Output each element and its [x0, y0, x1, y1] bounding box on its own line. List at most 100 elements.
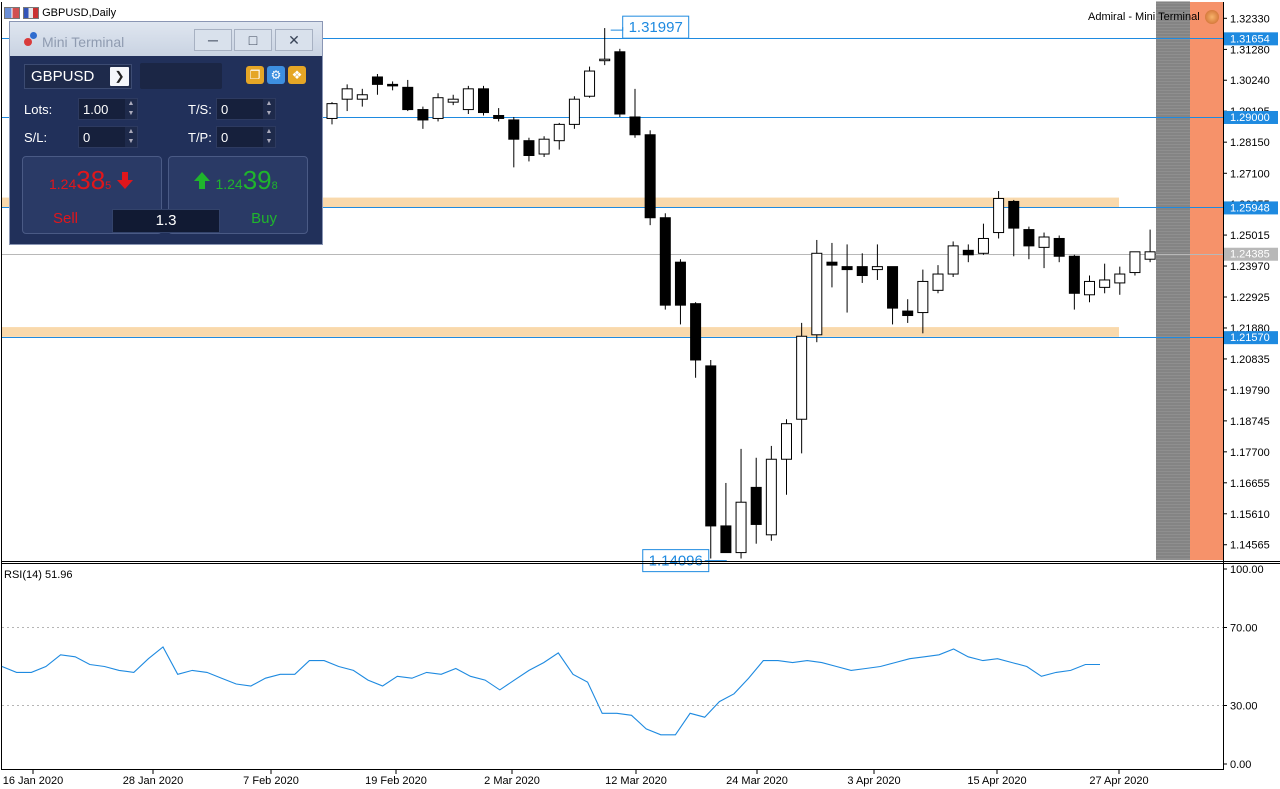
candle — [462, 85, 474, 115]
broker-label-text: Admiral - Mini Terminal — [1088, 10, 1200, 23]
candle-body — [584, 70, 596, 97]
candle-body — [932, 273, 944, 291]
chart-title: GBPUSD,Daily — [42, 7, 117, 20]
candle — [614, 48, 626, 117]
price-tick-label: 1.14565 — [1230, 540, 1270, 552]
candle — [538, 136, 550, 157]
sl-label: S/L: — [24, 130, 48, 145]
price-tick-label: 1.16655 — [1230, 478, 1270, 490]
candle-body — [1023, 229, 1035, 247]
mini-terminal-panel[interactable]: Mini Terminal ─ □ ✕ GBPUSD ❯ ❐ ⚙ ❖ Lots:… — [9, 21, 323, 245]
candle-body — [1084, 280, 1095, 296]
price-tick-label: 1.32330 — [1230, 13, 1270, 25]
price-tick-label: 1.23970 — [1230, 261, 1270, 273]
candle — [947, 241, 959, 277]
candle — [993, 191, 1005, 239]
sell-price-fraction: 5 — [105, 180, 112, 192]
candle-body — [553, 123, 565, 142]
candle-body — [765, 458, 777, 536]
candle-body — [811, 252, 823, 336]
candle-body — [629, 116, 641, 136]
gear-icon[interactable]: ⚙ — [267, 66, 285, 84]
price-tick-label: 1.20835 — [1230, 354, 1270, 366]
minimize-button[interactable]: ─ — [194, 29, 232, 51]
candle-body — [599, 58, 611, 62]
volume-input[interactable]: 1.3 — [112, 209, 220, 233]
rsi-label: RSI(14) 51.96 — [4, 569, 72, 581]
candle-body — [387, 83, 399, 87]
candle-body — [447, 98, 459, 103]
close-button[interactable]: ✕ — [275, 29, 313, 51]
candle-body — [781, 423, 792, 460]
rsi-tick-label: 100.00 — [1230, 564, 1264, 576]
price-tick-label: 1.30240 — [1230, 75, 1270, 87]
mini-terminal-title: Mini Terminal — [42, 34, 125, 50]
candle — [432, 93, 444, 122]
price-tick-label: 1.19790 — [1230, 385, 1270, 397]
price-tick-label: 1.17700 — [1230, 447, 1270, 459]
price-tag-label: 1.25948 — [1230, 202, 1270, 214]
price-tick-label: 1.27100 — [1230, 168, 1270, 180]
buy-price-fraction: 8 — [271, 180, 278, 192]
candle-body — [417, 109, 429, 121]
candle-body — [402, 86, 414, 111]
rsi-tick-label: 70.00 — [1230, 623, 1258, 635]
candle-body — [720, 525, 732, 554]
chevron-down-icon[interactable]: ❯ — [110, 67, 129, 86]
candle-body — [614, 51, 626, 115]
expert-smile-icon[interactable] — [1204, 10, 1219, 24]
time-tick-label: 24 Mar 2020 — [726, 775, 788, 787]
ts-input[interactable]: 0 ▲ ▼ — [216, 98, 276, 120]
tp-stepper[interactable]: ▲ ▼ — [263, 127, 275, 147]
candle-body — [1053, 237, 1065, 257]
window-caption: GBPUSD,Daily — [4, 7, 117, 20]
sl-stepper[interactable]: ▲ ▼ — [125, 127, 137, 147]
candle — [659, 213, 671, 310]
candle-body — [1114, 273, 1126, 284]
broker-label: Admiral - Mini Terminal — [1088, 10, 1219, 24]
candle-body — [977, 237, 989, 254]
candle-body — [326, 103, 338, 119]
zone-band — [2, 327, 1119, 337]
price-tag-label: 1.21570 — [1230, 332, 1270, 344]
symbol-select[interactable]: GBPUSD ❯ — [24, 64, 132, 89]
sell-price-big: 38 — [76, 165, 106, 195]
lots-label: Lots: — [24, 102, 53, 117]
buy-label: Buy — [251, 210, 277, 227]
candle-body — [826, 261, 838, 266]
candle-body — [568, 98, 580, 125]
time-tick-label: 27 Apr 2020 — [1089, 775, 1148, 787]
lots-input[interactable]: 1.00 ▲ ▼ — [78, 98, 138, 120]
arrow-up-icon — [194, 172, 210, 189]
sl-input[interactable]: 0 ▲ ▼ — [78, 126, 138, 148]
maximize-button[interactable]: □ — [234, 29, 272, 51]
price-tick-label: 1.25015 — [1230, 230, 1270, 242]
time-tick-label: 2 Mar 2020 — [484, 775, 540, 787]
candle-body — [690, 303, 702, 361]
ts-stepper[interactable]: ▲ ▼ — [263, 99, 275, 119]
grid-icon[interactable]: ❖ — [288, 66, 306, 84]
chart-window-icon — [4, 7, 20, 20]
candle-body — [432, 97, 444, 119]
price-tick-label: 1.18745 — [1230, 416, 1270, 428]
tp-input[interactable]: 0 ▲ ▼ — [216, 126, 276, 148]
candle-body — [674, 261, 686, 306]
lots-stepper[interactable]: ▲ ▼ — [125, 99, 137, 119]
price-tick-label: 1.15610 — [1230, 509, 1270, 521]
orange-band — [1190, 2, 1223, 560]
symbol-info-box — [140, 63, 222, 89]
candle-body — [993, 197, 1005, 234]
mini-terminal-titlebar[interactable]: Mini Terminal ─ □ ✕ — [10, 22, 322, 56]
copy-icon[interactable]: ❐ — [246, 66, 264, 84]
time-tick-label: 3 Apr 2020 — [847, 775, 900, 787]
candle — [584, 66, 596, 98]
price-tag-label: 1.29000 — [1230, 112, 1270, 124]
time-tick-label: 19 Feb 2020 — [365, 775, 427, 787]
sell-label: Sell — [53, 210, 79, 227]
sell-price-prefix: 1.24 — [49, 176, 77, 192]
time-tick-label: 12 Mar 2020 — [605, 775, 667, 787]
candle-body — [493, 114, 505, 119]
time-tick-label: 7 Feb 2020 — [243, 775, 299, 787]
candle-body — [962, 249, 974, 256]
candle-body — [1038, 236, 1050, 248]
